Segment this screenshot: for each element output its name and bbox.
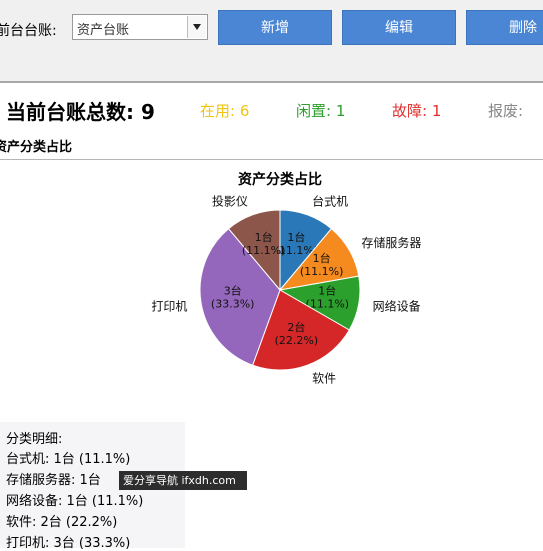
detail-line: 存储服务器: 1台 bbox=[6, 473, 101, 488]
slice-category-label: 台式机 bbox=[312, 194, 348, 209]
stats-bar: 当前台账总数: 9 在用: 6 闲置: 1 故障: 1 报废: bbox=[0, 83, 543, 133]
scrap-count: 报废: bbox=[488, 102, 524, 120]
slice-category-label: 打印机 bbox=[151, 299, 187, 313]
detail-heading: 分类明细: bbox=[6, 432, 63, 447]
slice-category-label: 软件 bbox=[312, 371, 336, 385]
slice-category-label: 存储服务器 bbox=[361, 235, 421, 250]
add-button[interactable]: 新增 bbox=[218, 10, 332, 45]
in-use-count: 在用: 6 bbox=[200, 102, 250, 120]
ledger-select[interactable]: 资产台账 bbox=[72, 14, 208, 40]
detail-line: 软件: 2台 (22.2%) bbox=[6, 515, 118, 530]
slice-category-label: 投影仪 bbox=[212, 194, 248, 209]
delete-button[interactable]: 删除 bbox=[466, 10, 543, 45]
category-pie-chart: 资产分类占比1台(11.1%)台式机1台(11.1%)存储服务器1台(11.1%… bbox=[151, 171, 421, 385]
detail-line: 网络设备: 1台 (11.1%) bbox=[6, 494, 144, 509]
total-count: 当前台账总数: 9 bbox=[6, 100, 155, 124]
slice-category-label: 网络设备 bbox=[373, 298, 421, 313]
chevron-down-icon[interactable] bbox=[187, 16, 206, 38]
detail-line: 打印机: 3台 (33.3%) bbox=[6, 536, 131, 551]
idle-count: 闲置: 1 bbox=[296, 102, 346, 120]
chart-title: 资产分类占比 bbox=[238, 171, 322, 188]
ledger-select-value: 资产台账 bbox=[77, 23, 130, 38]
watermark: 爱分享导航 ifxdh.com bbox=[119, 471, 247, 490]
fault-count: 故障: 1 bbox=[392, 102, 442, 120]
section-title: 资产分类占比 bbox=[0, 140, 73, 155]
ledger-label: 前台台账: bbox=[0, 23, 57, 39]
edit-button[interactable]: 编辑 bbox=[342, 10, 456, 45]
toolbar: 前台台账: 资产台账 新增 编辑 删除 bbox=[0, 0, 543, 82]
detail-line: 台式机: 1台 (11.1%) bbox=[6, 452, 131, 467]
